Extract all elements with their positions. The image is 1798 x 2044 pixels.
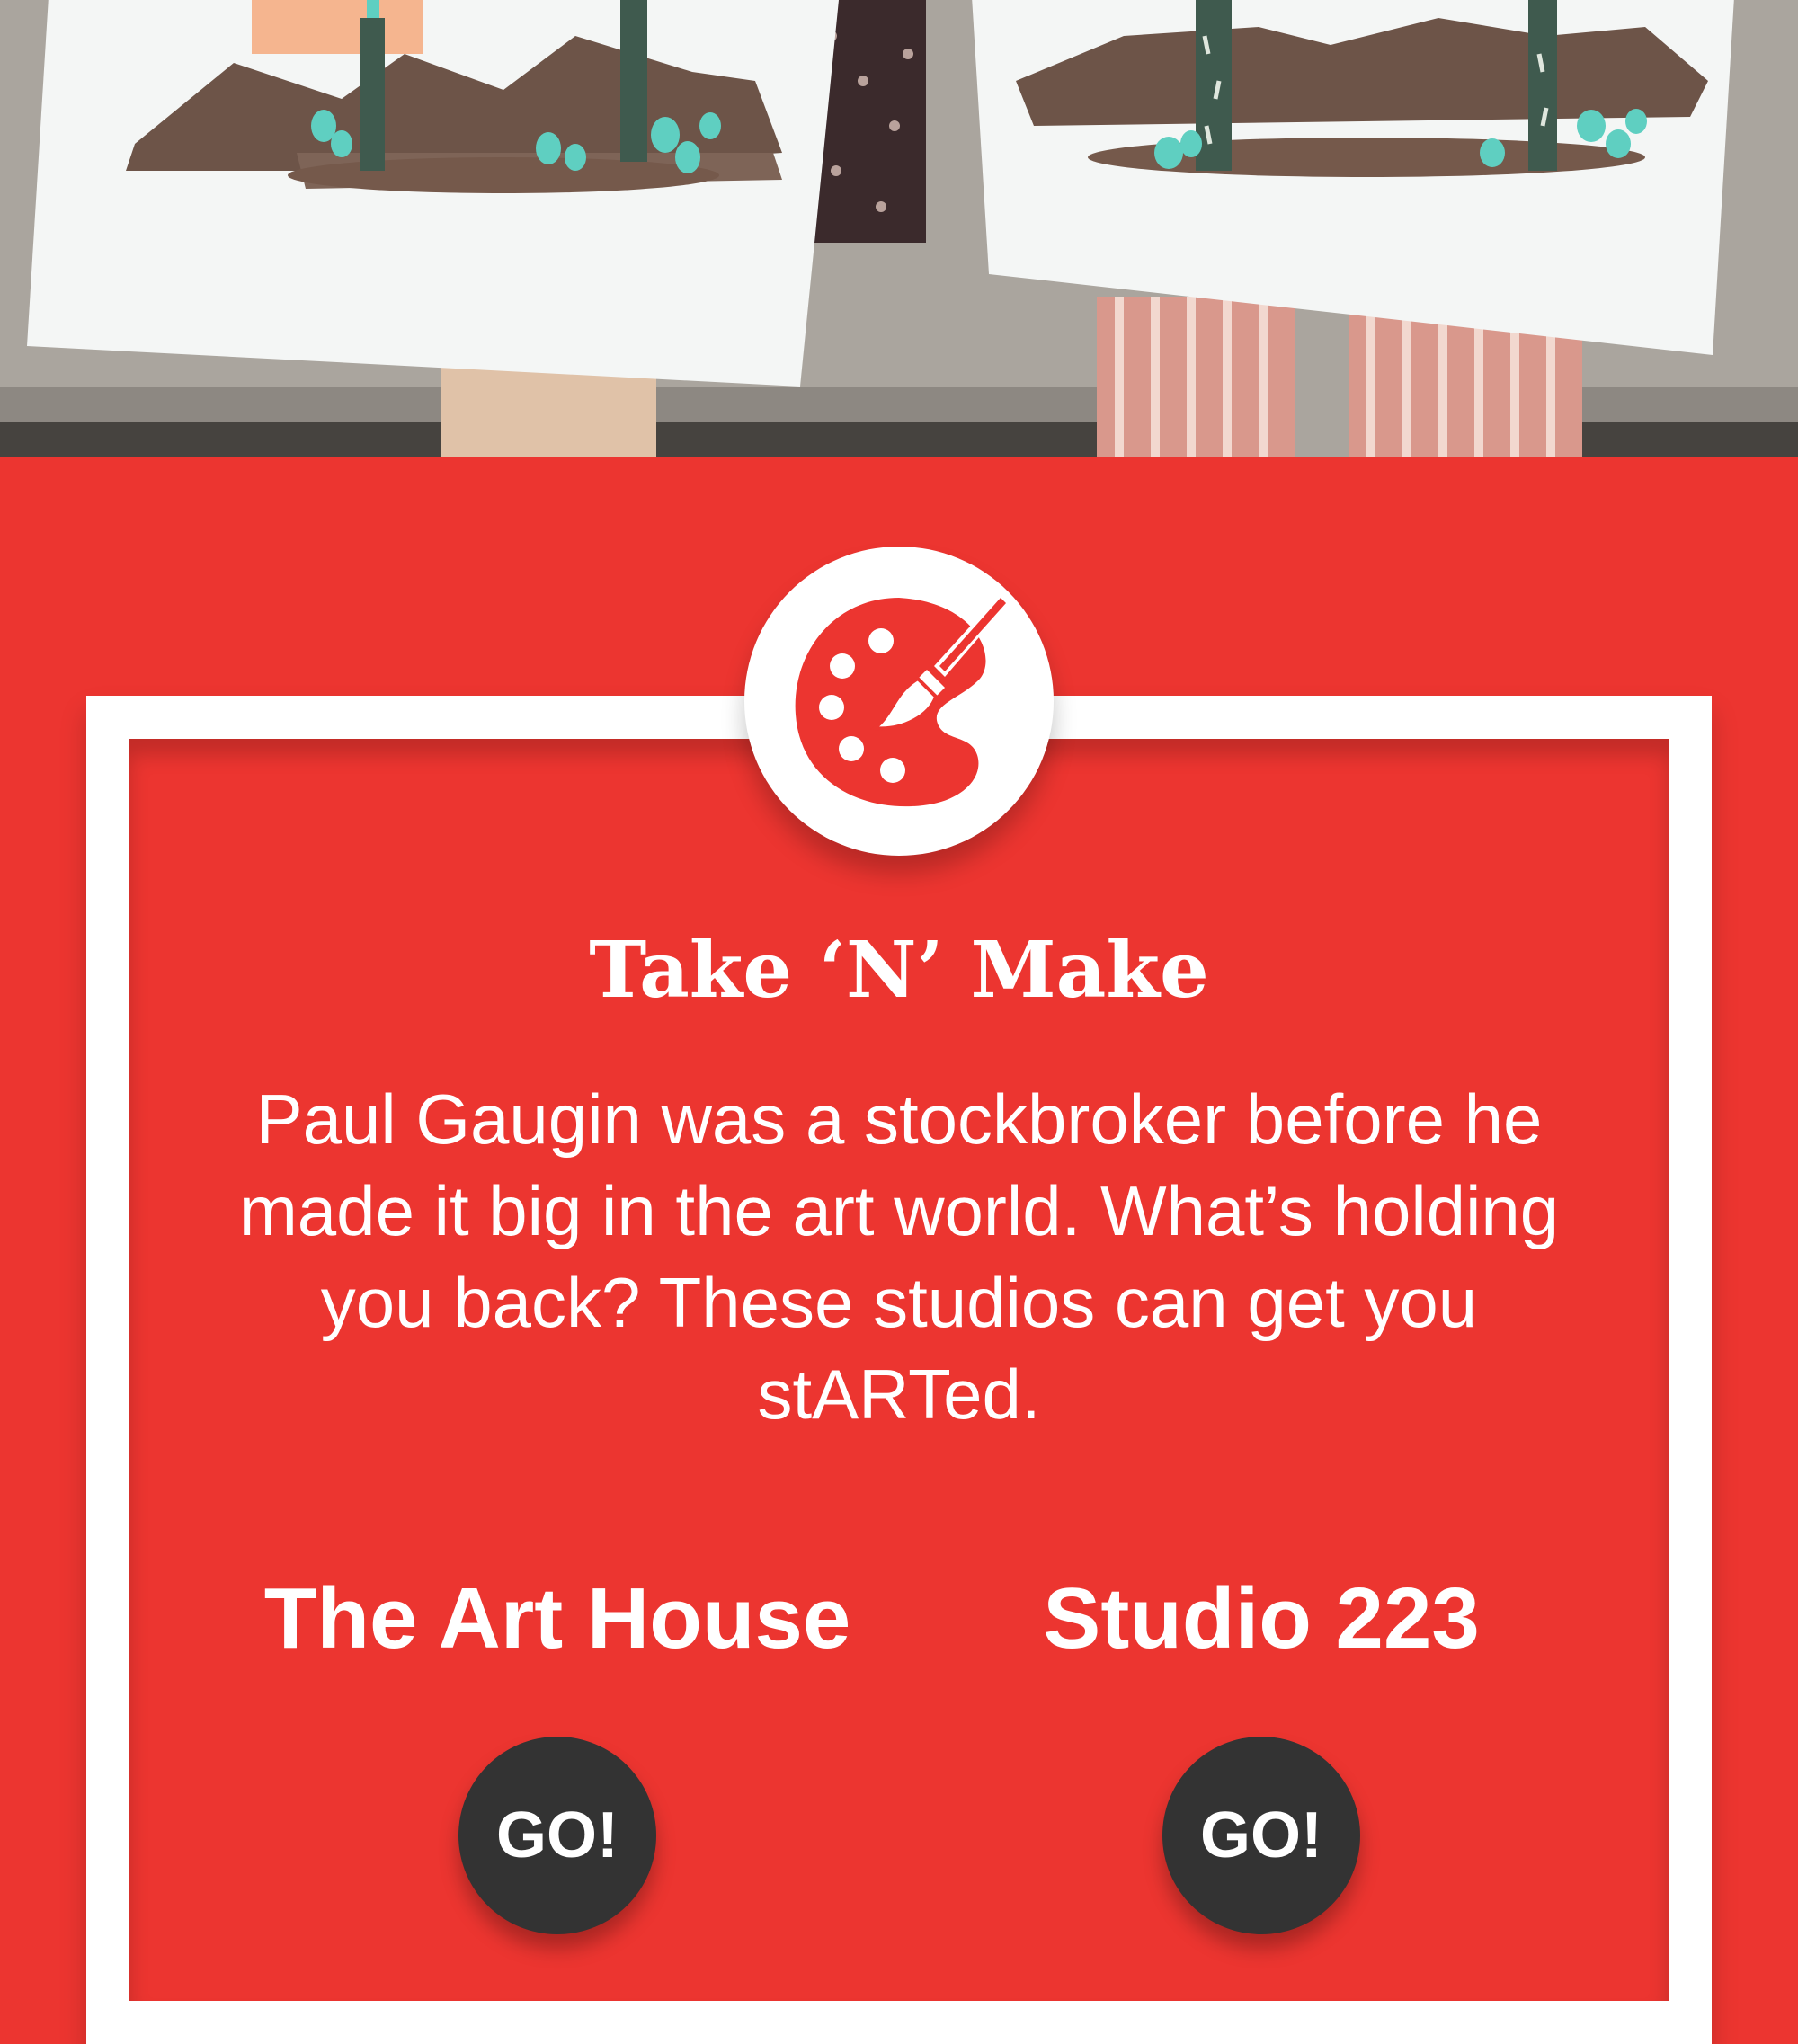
section-title: Take ‘N’ Make bbox=[589, 925, 1209, 1016]
palette-badge bbox=[744, 547, 1054, 856]
hero-photo bbox=[0, 0, 1798, 457]
section-description: Paul Gaugin was a stockbroker before he … bbox=[238, 1080, 1560, 1434]
go-button-art-house[interactable]: GO! bbox=[458, 1737, 656, 1934]
hero-photo-illustration bbox=[0, 0, 1798, 457]
go-button-studio-223[interactable]: GO! bbox=[1162, 1737, 1360, 1934]
studio-name-art-house: The Art House bbox=[263, 1570, 851, 1666]
palette-brush-icon bbox=[795, 589, 1013, 807]
studio-name-studio-223: Studio 223 bbox=[1043, 1570, 1480, 1666]
